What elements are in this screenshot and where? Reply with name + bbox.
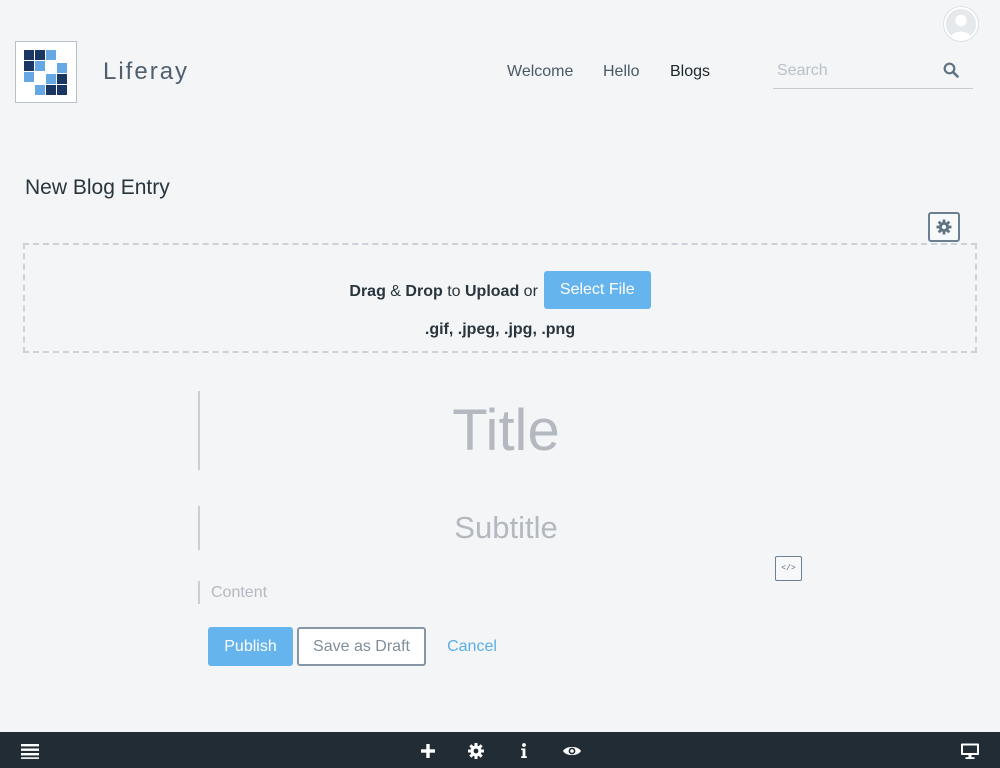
search-icon[interactable] (943, 62, 961, 80)
or-text: or (523, 283, 538, 301)
title-field-border (198, 391, 200, 470)
title-input[interactable]: Title (210, 392, 802, 470)
user-avatar-icon[interactable] (944, 7, 978, 41)
search-bar (773, 56, 973, 89)
nav-item-welcome[interactable]: Welcome (507, 63, 573, 81)
allowed-file-types: .gif, .jpeg, .jpg, .png (424, 321, 576, 338)
gear-icon (936, 219, 952, 235)
page-title: New Blog Entry (25, 176, 170, 199)
gear-icon[interactable] (466, 742, 486, 760)
source-code-button[interactable]: </> (775, 556, 802, 581)
subtitle-field-border (198, 506, 200, 550)
search-input[interactable] (777, 60, 937, 82)
dropzone-instructions: Drag & Drop to Upload or Select File (25, 271, 975, 311)
eye-icon[interactable] (562, 742, 582, 760)
publish-button[interactable]: Publish (208, 627, 293, 666)
drop-text: Drop (405, 283, 443, 301)
nav-item-blogs[interactable]: Blogs (670, 63, 710, 81)
drag-text: Drag (349, 283, 386, 301)
nav-item-hello[interactable]: Hello (603, 63, 639, 81)
content-input[interactable]: Content (211, 582, 771, 604)
info-icon[interactable] (514, 742, 534, 760)
save-draft-button[interactable]: Save as Draft (297, 627, 426, 666)
to-text: to (447, 283, 461, 301)
control-menu-toolbar (0, 732, 1000, 768)
desktop-icon[interactable] (960, 742, 980, 760)
menu-icon[interactable] (20, 742, 40, 760)
cancel-button[interactable]: Cancel (436, 627, 508, 666)
settings-button[interactable] (928, 212, 960, 242)
content-field-border (198, 581, 200, 604)
amp-text: & (390, 283, 401, 301)
upload-text: Upload (465, 283, 520, 301)
add-icon[interactable] (418, 742, 438, 760)
subtitle-input[interactable]: Subtitle (210, 506, 802, 550)
select-file-button[interactable]: Select File (543, 271, 651, 309)
image-dropzone[interactable]: Drag & Drop to Upload or Select File .gif… (23, 243, 977, 353)
